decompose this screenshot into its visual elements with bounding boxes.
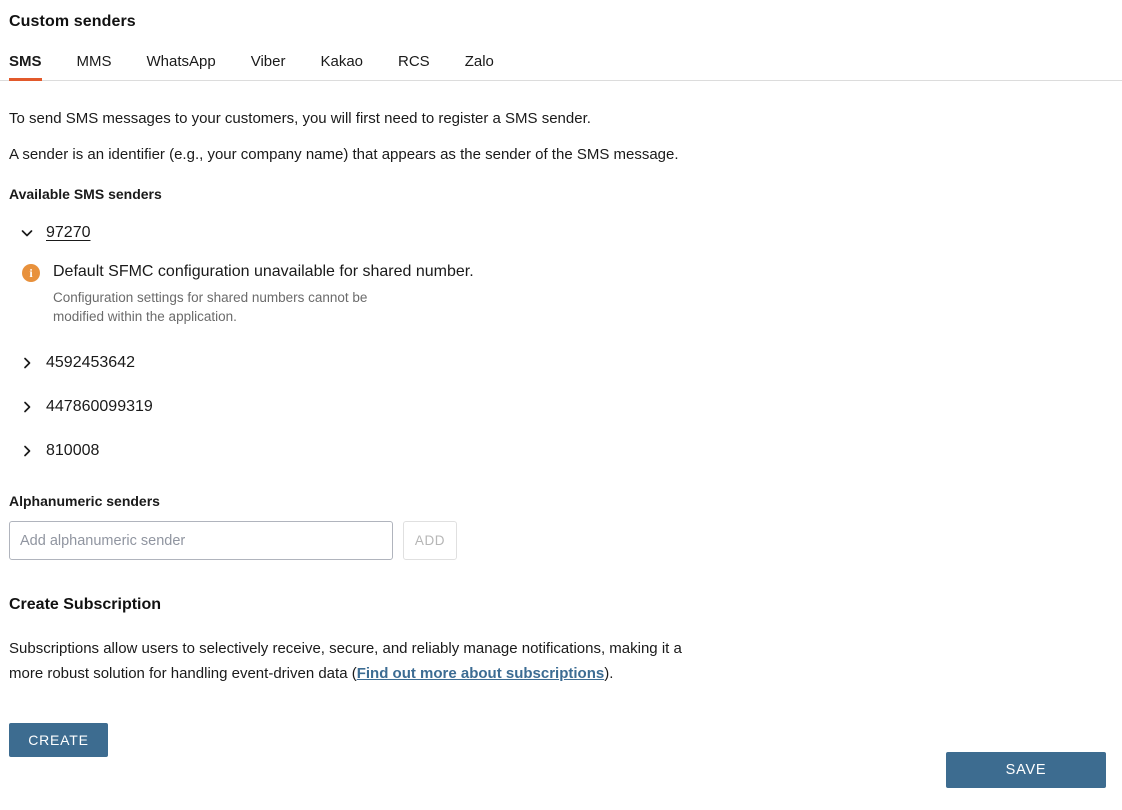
custom-senders-page: Custom senders SMS MMS WhatsApp Viber Ka… — [0, 13, 1122, 788]
sender-row[interactable]: 4592453642 — [0, 352, 1122, 374]
chevron-right-icon[interactable] — [20, 356, 34, 370]
alphanumeric-senders-row: ADD — [0, 521, 1122, 560]
tab-rcs[interactable]: RCS — [398, 54, 430, 81]
chevron-down-icon[interactable] — [20, 226, 34, 240]
add-alphanumeric-sender-button[interactable]: ADD — [403, 521, 457, 560]
available-senders-label: Available SMS senders — [9, 186, 162, 202]
alphanumeric-senders-label: Alphanumeric senders — [9, 493, 160, 509]
chevron-right-icon[interactable] — [20, 444, 34, 458]
tab-sms[interactable]: SMS — [9, 54, 42, 81]
sender-name[interactable]: 810008 — [46, 442, 99, 460]
sender-row[interactable]: 447860099319 — [0, 396, 1122, 418]
sender-list: 97270 i Default SFMC configuration unava… — [0, 222, 1122, 462]
info-title: Default SFMC configuration unavailable f… — [53, 263, 474, 280]
chevron-right-icon[interactable] — [20, 400, 34, 414]
create-subscription-button[interactable]: CREATE — [9, 723, 108, 757]
info-description: Configuration settings for shared number… — [53, 290, 368, 324]
create-subscription-title: Create Subscription — [9, 596, 162, 613]
page-title: Custom senders — [9, 13, 136, 30]
sender-row[interactable]: 810008 — [0, 440, 1122, 462]
info-texts: Default SFMC configuration unavailable f… — [53, 262, 474, 326]
tab-kakao[interactable]: Kakao — [320, 54, 363, 81]
shared-number-info: i Default SFMC configuration unavailable… — [0, 262, 1122, 326]
tab-mms[interactable]: MMS — [77, 54, 112, 81]
sender-row[interactable]: 97270 — [0, 222, 1122, 244]
intro-line-2: A sender is an identifier (e.g., your co… — [9, 146, 679, 163]
info-circle-icon: i — [22, 264, 40, 282]
alphanumeric-sender-input[interactable] — [9, 521, 393, 560]
subscription-text-after: ). — [604, 665, 614, 682]
sender-name[interactable]: 447860099319 — [46, 398, 153, 416]
tab-viber[interactable]: Viber — [251, 54, 286, 81]
tab-zalo[interactable]: Zalo — [465, 54, 494, 81]
channel-tabs: SMS MMS WhatsApp Viber Kakao RCS Zalo — [0, 48, 1122, 81]
tab-whatsapp[interactable]: WhatsApp — [147, 54, 216, 81]
sender-name[interactable]: 97270 — [46, 224, 91, 242]
subscription-description: Subscriptions allow users to selectively… — [0, 636, 690, 686]
intro-line-1: To send SMS messages to your customers, … — [9, 110, 591, 127]
save-button[interactable]: SAVE — [946, 752, 1106, 788]
sender-name[interactable]: 4592453642 — [46, 354, 135, 372]
subscriptions-learn-more-link[interactable]: Find out more about subscriptions — [357, 665, 605, 682]
